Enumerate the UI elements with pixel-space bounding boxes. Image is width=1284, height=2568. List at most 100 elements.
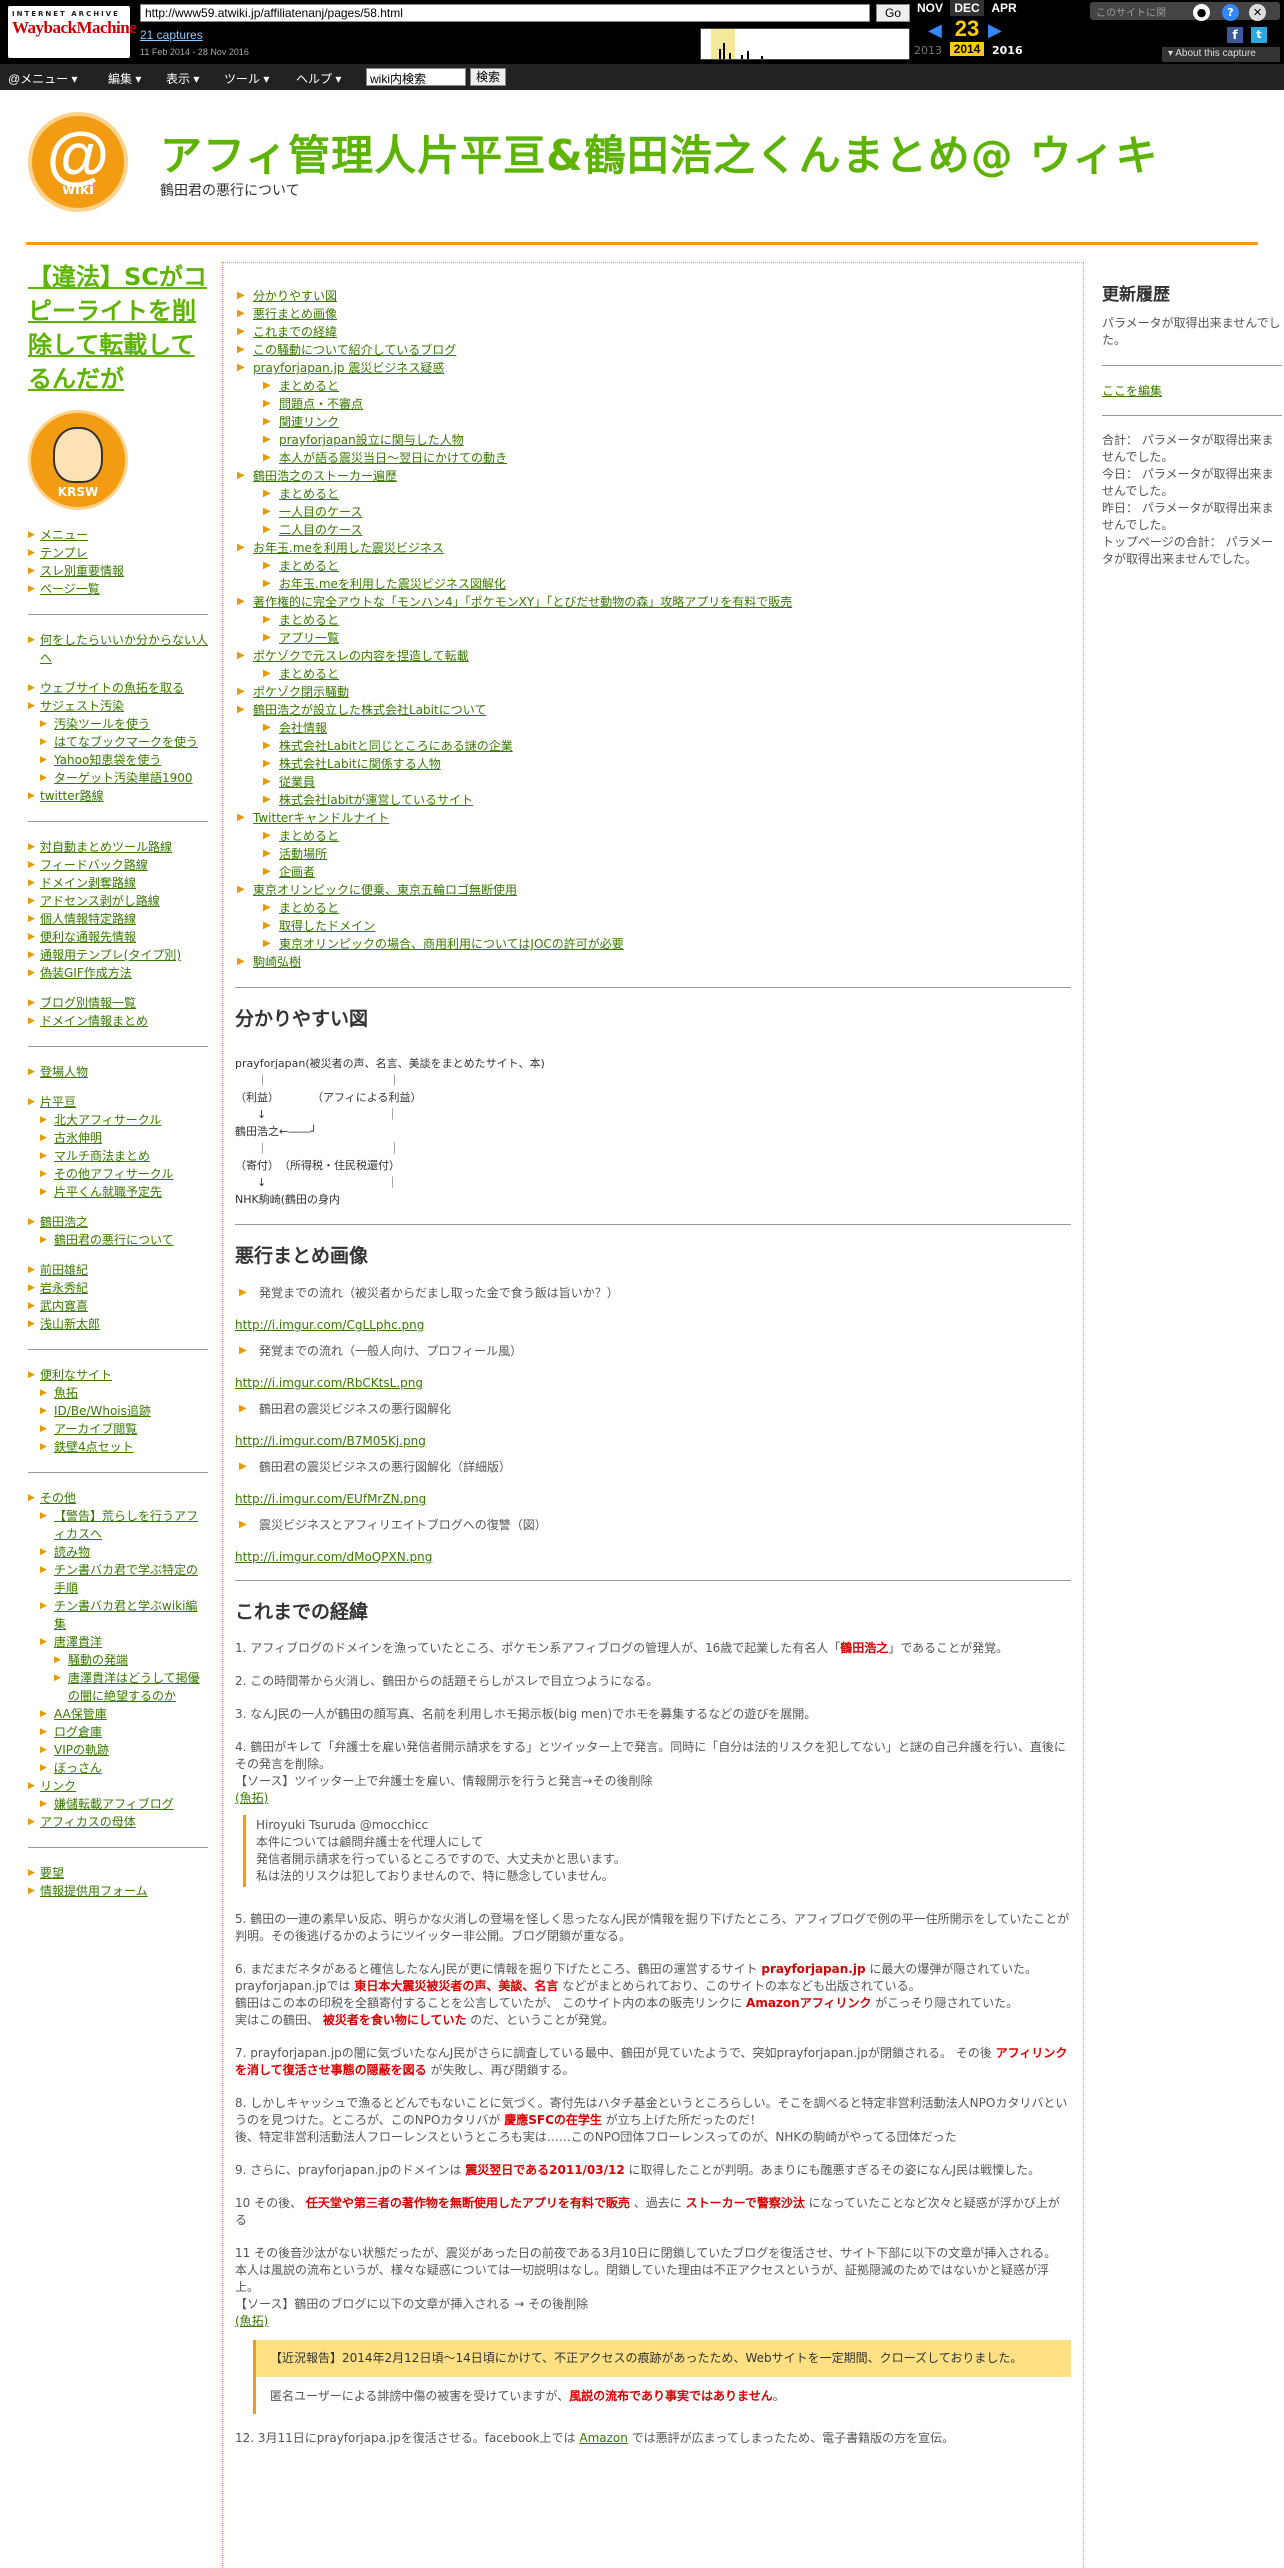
sidebar-link[interactable]: ID/Be/Whois追跡 (54, 1404, 151, 1418)
sidebar-link[interactable]: 情報提供用フォーム (40, 1884, 148, 1898)
sidebar-link[interactable]: ポケゾク閉示騒動 (253, 685, 349, 699)
sidebar-item[interactable]: 唐澤貴洋騒動の発端唐澤貴洋はどうして掲優の闇に絶望するのか (40, 1633, 208, 1705)
sidebar-item[interactable]: 古氷伸明 (40, 1129, 208, 1147)
sidebar-link[interactable]: フィードバック路線 (40, 858, 148, 872)
year-next[interactable]: 2016 (992, 44, 1023, 57)
sidebar-item[interactable]: はてなブックマークを使う (40, 733, 208, 751)
menu-help[interactable]: ヘルプ ▾ (296, 70, 341, 87)
sidebar-link[interactable]: ページ一覧 (40, 582, 100, 596)
sidebar-item[interactable]: スレ別重要情報 (28, 562, 208, 580)
sidebar-link[interactable]: 便利な通報先情報 (40, 930, 136, 944)
toc-item[interactable]: 鶴田浩之が設立した株式会社Labitについて会社情報株式会社Labitと同じとこ… (235, 701, 1071, 809)
toc-item[interactable]: 著作権的に完全アウトな「モンハン4」「ポケモンXY」「とびだせ動物の森」攻略アプ… (235, 593, 1071, 647)
wayback-logo[interactable]: INTERNET ARCHIVE WaybackMachine (8, 6, 137, 58)
sidebar-item[interactable]: 鶴田君の悪行について (40, 1231, 208, 1249)
toc-subitem[interactable]: お年玉.meを利用した震災ビジネス図解化 (253, 575, 1071, 593)
sidebar-link[interactable]: 株式会社Labitに関係する人物 (279, 757, 441, 771)
toc-item[interactable]: 鶴田浩之のストーカー遍歴まとめると一人目のケース二人目のケース (235, 467, 1071, 539)
toc-subitem[interactable]: 二人目のケース (253, 521, 1071, 539)
sidebar-link[interactable]: 分かりやすい図 (253, 289, 337, 303)
sidebar-link[interactable]: 浅山新太郎 (40, 1317, 100, 1331)
sidebar-item[interactable]: マルチ商法まとめ (40, 1147, 208, 1165)
prev-arrow-icon[interactable]: ◀ (928, 20, 942, 41)
toc-subitem[interactable]: 株式会社Labitに関係する人物 (253, 755, 1071, 773)
image-link[interactable]: http://i.imgur.com/RbCKtsL.png (235, 1376, 1071, 1390)
sidebar-link[interactable]: 従業員 (279, 775, 315, 789)
sidebar-link[interactable]: 登場人物 (40, 1065, 88, 1079)
toc-item[interactable]: これまでの経緯 (235, 323, 1071, 341)
sidebar-item[interactable]: AA保管庫 (40, 1705, 208, 1723)
image-link[interactable]: http://i.imgur.com/CgLLphc.png (235, 1318, 1071, 1332)
image-link[interactable]: http://i.imgur.com/EUfMrZN.png (235, 1492, 1071, 1506)
sidebar-link[interactable]: まとめると (279, 901, 339, 915)
sidebar-item[interactable]: 浅山新太郎 (28, 1315, 208, 1333)
sidebar-link[interactable]: 取得したドメイン (279, 919, 375, 933)
sidebar-link[interactable]: アドセンス剥がし路線 (40, 894, 160, 908)
sidebar-item[interactable]: メニュー (28, 526, 208, 544)
sidebar-item[interactable]: テンプレ (28, 544, 208, 562)
sidebar-item[interactable]: その他アフィサークル (40, 1165, 208, 1183)
sidebar-link[interactable]: 悪行まとめ画像 (253, 307, 337, 321)
toc-subitem[interactable]: 株式会社Labitと同じところにある謎の企業 (253, 737, 1071, 755)
sidebar-link[interactable]: まとめると (279, 487, 339, 501)
sidebar-item[interactable]: twitter路線 (28, 787, 208, 805)
sidebar-item[interactable]: 鉄壁4点セット (40, 1438, 208, 1456)
sidebar-item[interactable]: 前田雄紀 (28, 1261, 208, 1279)
atwiki-logo[interactable]: @ wiki (28, 112, 128, 212)
sidebar-link[interactable]: 北大アフィサークル (54, 1113, 161, 1127)
toc-subitem[interactable]: 一人目のケース (253, 503, 1071, 521)
toc-item[interactable]: prayforjapan.jp 震災ビジネス疑惑まとめると問題点・不審点関連リン… (235, 359, 1071, 467)
toc-subitem[interactable]: まとめると (253, 665, 1071, 683)
sidebar-link[interactable]: ポケゾクで元スレの内容を捏造して転載 (253, 649, 469, 663)
toc-subitem[interactable]: 東京オリンピックの場合、商用利用についてはJOCの許可が必要 (253, 935, 1071, 953)
menu-edit[interactable]: 編集 ▾ (108, 70, 141, 87)
sidebar-link[interactable]: ドメイン情報まとめ (40, 1014, 148, 1028)
sidebar-link[interactable]: 武内寛喜 (40, 1299, 88, 1313)
sidebar-link[interactable]: 個人情報特定路線 (40, 912, 136, 926)
sidebar-link[interactable]: ブログ別情報一覧 (40, 996, 136, 1010)
image-link[interactable]: http://i.imgur.com/dMoQPXN.png (235, 1550, 1071, 1564)
sidebar-item[interactable]: ページ一覧 (28, 580, 208, 598)
toc-subitem[interactable]: 企画者 (253, 863, 1071, 881)
sidebar-link[interactable]: テンプレ (40, 546, 88, 560)
sidebar-item[interactable]: リンク嫌儲転載アフィブログ (28, 1777, 208, 1813)
wiki-title[interactable]: アフィ管理人片平亘&鶴田浩之くんまとめ@ ウィキ (160, 122, 1158, 183)
amazon-link[interactable]: Amazon (579, 2431, 628, 2445)
sidebar-link[interactable]: 東京オリンピックに便乗、東京五輪ロゴ無断使用 (253, 883, 517, 897)
sidebar-link[interactable]: 岩永秀紀 (40, 1281, 88, 1295)
sidebar-link[interactable]: 鉄壁4点セット (54, 1440, 134, 1454)
sidebar-link[interactable]: アプリ一覧 (279, 631, 339, 645)
help-icon[interactable]: ? (1222, 4, 1239, 21)
sidebar-item[interactable]: 偽装GIF作成方法 (28, 964, 208, 982)
toc-subitem[interactable]: 本人が語る震災当日～翌日にかけての動き (253, 449, 1071, 467)
toc-item[interactable]: 悪行まとめ画像 (235, 305, 1071, 323)
sidebar-link[interactable]: 【警告】荒らしを行うアフィカスへ (54, 1509, 198, 1541)
sidebar-link[interactable]: ぼっさん (54, 1761, 102, 1775)
sidebar-link[interactable]: ログ倉庫 (54, 1725, 102, 1739)
sidebar-link[interactable]: 鶴田浩之のストーカー遍歴 (253, 469, 397, 483)
about-capture-button[interactable]: ▾ About this capture (1162, 47, 1280, 62)
sidebar-link[interactable]: 一人目のケース (279, 505, 362, 519)
sidebar-item[interactable]: 対自動まとめツール路線 (28, 838, 208, 856)
sidebar-item[interactable]: ぼっさん (40, 1759, 208, 1777)
sidebar-link[interactable]: チン書バカ君と学ぶwiki編集 (54, 1599, 197, 1631)
edit-here-link[interactable]: ここを編集 (1102, 384, 1162, 398)
sidebar-item[interactable]: ログ倉庫 (40, 1723, 208, 1741)
sidebar-link[interactable]: 駒崎弘樹 (253, 955, 301, 969)
sidebar-link[interactable]: 企画者 (279, 865, 315, 879)
sidebar-link[interactable]: アーカイブ閲覧 (54, 1422, 137, 1436)
sidebar-link[interactable]: チン書バカ君で学ぶ特定の手順 (54, 1563, 198, 1595)
sidebar-item[interactable]: 汚染ツールを使う (40, 715, 208, 733)
sidebar-item[interactable]: 武内寛喜 (28, 1297, 208, 1315)
toc-subitem[interactable]: 活動場所 (253, 845, 1071, 863)
sidebar-link[interactable]: まとめると (279, 559, 339, 573)
sidebar-link[interactable]: 通報用テンプレ(タイプ別) (40, 948, 181, 962)
sidebar-link[interactable]: 著作権的に完全アウトな「モンハン4」「ポケモンXY」「とびだせ動物の森」攻略アプ… (253, 595, 792, 609)
sidebar-link[interactable]: 便利なサイト (40, 1368, 112, 1382)
sidebar-item[interactable]: アフィカスの母体 (28, 1813, 208, 1831)
sidebar-item[interactable]: 個人情報特定路線 (28, 910, 208, 928)
sidebar-link[interactable]: お年玉.meを利用した震災ビジネス (253, 541, 444, 555)
sidebar-link[interactable]: 嫌儲転載アフィブログ (54, 1797, 174, 1811)
sidebar-link[interactable]: ウェブサイトの魚拓を取る (40, 681, 184, 695)
sidebar-item[interactable]: フィードバック路線 (28, 856, 208, 874)
